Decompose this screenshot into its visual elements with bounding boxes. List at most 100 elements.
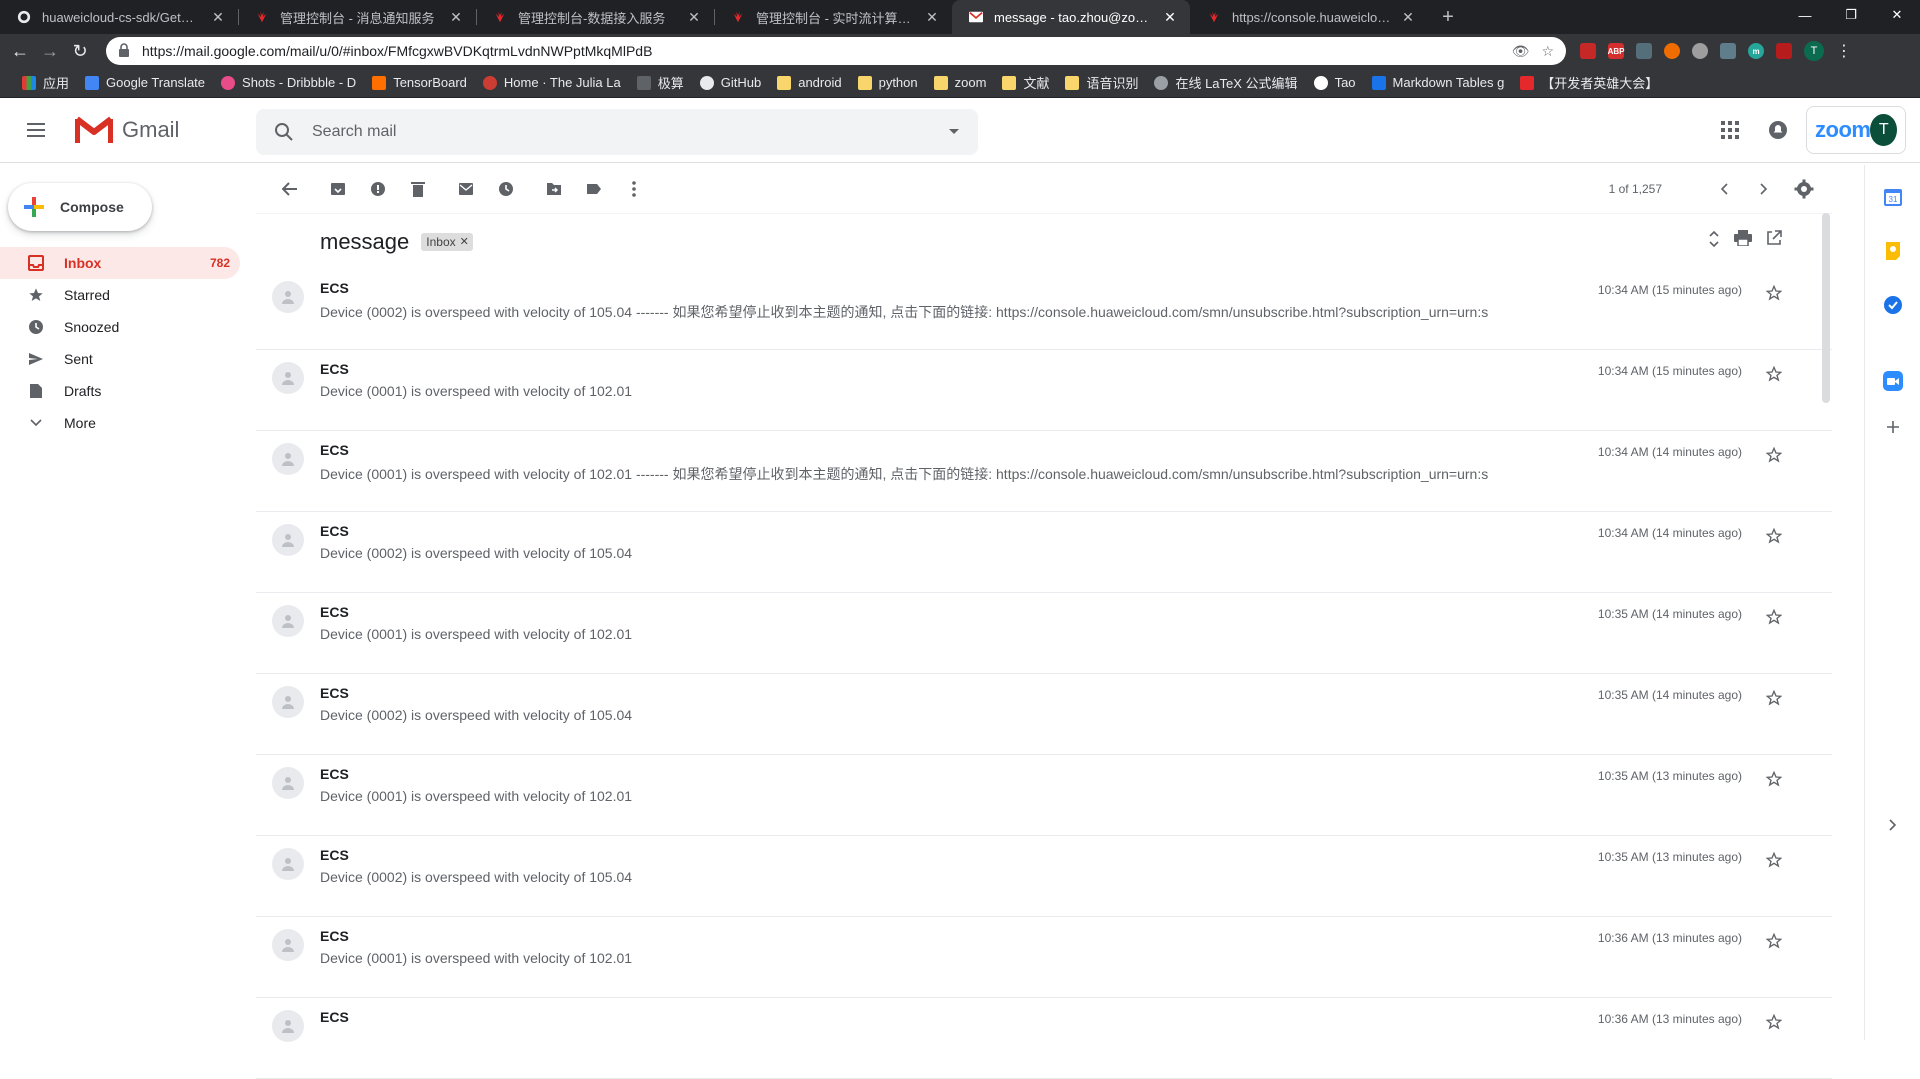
bookmark-folder-speech[interactable]: 语音识别	[1057, 73, 1146, 92]
scrollbar[interactable]	[1822, 213, 1832, 403]
google-apps-icon[interactable]	[1710, 110, 1750, 150]
search-input[interactable]: Search mail	[312, 123, 948, 141]
remove-label-icon[interactable]: ✕	[460, 235, 469, 248]
star-icon[interactable]	[1762, 1010, 1786, 1034]
expand-all-icon[interactable]	[1708, 230, 1720, 253]
bookmark-tensorboard[interactable]: TensorBoard	[364, 75, 475, 90]
close-tab-icon[interactable]: ✕	[210, 9, 226, 26]
search-bar[interactable]: Search mail	[256, 109, 978, 155]
account-switcher[interactable]: zoom T	[1806, 106, 1906, 154]
close-tab-icon[interactable]: ✕	[686, 9, 702, 26]
main-menu-icon[interactable]	[12, 106, 60, 154]
message-row[interactable]: ECSDevice (0002) is overspeed with veloc…	[256, 269, 1832, 350]
bookmark-latex[interactable]: 在线 LaTeX 公式编辑	[1146, 73, 1305, 92]
bookmark-jisuan[interactable]: 极算	[629, 73, 692, 92]
message-row[interactable]: ECSDevice (0001) is overspeed with veloc…	[256, 917, 1832, 998]
sidebar-item-drafts[interactable]: Drafts	[0, 375, 240, 407]
browser-tab[interactable]: 管理控制台-数据接入服务 ✕	[476, 0, 714, 34]
newer-icon[interactable]	[1704, 169, 1744, 209]
gmail-logo[interactable]: Gmail	[74, 115, 220, 145]
report-spam-icon[interactable]	[358, 169, 398, 209]
extension-icon[interactable]: m	[1748, 43, 1764, 59]
star-icon[interactable]	[1762, 443, 1786, 467]
settings-gear-icon[interactable]	[1784, 169, 1824, 209]
bookmark-dribbble[interactable]: Shots - Dribbble - D	[213, 75, 364, 90]
bookmark-github[interactable]: GitHub	[692, 75, 769, 90]
tasks-icon[interactable]	[1881, 293, 1905, 317]
bookmark-folder-zoom[interactable]: zoom	[926, 75, 995, 90]
search-icon[interactable]	[274, 122, 294, 142]
more-options-icon[interactable]	[614, 169, 654, 209]
browser-tab[interactable]: 管理控制台 - 实时流计算服务 CS ✕	[714, 0, 952, 34]
minimize-icon[interactable]: —	[1782, 0, 1828, 30]
star-icon[interactable]	[1762, 524, 1786, 548]
bookmark-star-icon[interactable]: ☆	[1541, 43, 1554, 60]
calendar-icon[interactable]: 31	[1881, 185, 1905, 209]
message-row[interactable]: ECSDevice (0002) is overspeed with veloc…	[256, 512, 1832, 593]
back-to-inbox-icon[interactable]	[270, 169, 310, 209]
bookmark-markdown-tables[interactable]: Markdown Tables g	[1364, 75, 1513, 90]
reload-icon[interactable]: ↻	[66, 37, 94, 65]
sidebar-item-snoozed[interactable]: Snoozed	[0, 311, 240, 343]
label-icon[interactable]	[574, 169, 614, 209]
star-icon[interactable]	[1762, 605, 1786, 629]
bookmark-apps[interactable]: 应用	[14, 73, 77, 92]
message-row[interactable]: ECS 10:36 AM (13 minutes ago)	[256, 998, 1832, 1079]
message-row[interactable]: ECSDevice (0001) is overspeed with veloc…	[256, 431, 1832, 512]
star-icon[interactable]	[1762, 686, 1786, 710]
bookmark-folder-python[interactable]: python	[850, 75, 926, 90]
sidebar-item-more[interactable]: More	[0, 407, 240, 439]
bookmark-google-translate[interactable]: Google Translate	[77, 75, 213, 90]
bookmark-folder-literature[interactable]: 文献	[994, 73, 1057, 92]
message-row[interactable]: ECSDevice (0001) is overspeed with veloc…	[256, 593, 1832, 674]
sidebar-item-inbox[interactable]: Inbox 782	[0, 247, 240, 279]
restore-icon[interactable]: ❐	[1828, 0, 1874, 30]
print-icon[interactable]	[1734, 230, 1752, 253]
eye-icon[interactable]: 👁	[1512, 43, 1530, 60]
message-row[interactable]: ECSDevice (0001) is overspeed with veloc…	[256, 755, 1832, 836]
close-tab-icon[interactable]: ✕	[448, 9, 464, 26]
open-new-window-icon[interactable]	[1766, 230, 1782, 253]
delete-icon[interactable]	[398, 169, 438, 209]
star-icon[interactable]	[1762, 362, 1786, 386]
zoom-addon-icon[interactable]	[1881, 369, 1905, 393]
mark-unread-icon[interactable]	[446, 169, 486, 209]
message-row[interactable]: ECSDevice (0002) is overspeed with veloc…	[256, 836, 1832, 917]
bookmark-tao[interactable]: Tao	[1306, 75, 1364, 90]
extension-icon[interactable]	[1636, 43, 1652, 59]
account-avatar[interactable]: T	[1870, 114, 1897, 146]
browser-tab[interactable]: https://console.huaweicloud.c ✕	[1190, 0, 1428, 34]
close-tab-icon[interactable]: ✕	[1162, 9, 1178, 26]
forward-icon[interactable]: →	[36, 37, 64, 65]
sidebar-item-sent[interactable]: Sent	[0, 343, 240, 375]
extension-icon[interactable]	[1580, 43, 1596, 59]
browser-tab[interactable]: huaweicloud-cs-sdk/GetStart_ ✕	[0, 0, 238, 34]
message-row[interactable]: ECSDevice (0001) is overspeed with veloc…	[256, 350, 1832, 431]
extension-icon[interactable]	[1720, 43, 1736, 59]
bookmark-dev-hero[interactable]: 【开发者英雄大会】	[1512, 73, 1666, 92]
profile-avatar[interactable]: T	[1804, 41, 1824, 61]
star-icon[interactable]	[1762, 929, 1786, 953]
search-options-icon[interactable]	[948, 128, 960, 136]
snooze-icon[interactable]	[486, 169, 526, 209]
close-window-icon[interactable]: ✕	[1874, 0, 1920, 30]
star-icon[interactable]	[1762, 848, 1786, 872]
new-tab-button[interactable]: +	[1434, 0, 1462, 34]
archive-icon[interactable]	[318, 169, 358, 209]
older-icon[interactable]	[1744, 169, 1784, 209]
sidebar-item-starred[interactable]: Starred	[0, 279, 240, 311]
star-icon[interactable]	[1762, 281, 1786, 305]
star-icon[interactable]	[1762, 767, 1786, 791]
extension-icon[interactable]	[1692, 43, 1708, 59]
close-tab-icon[interactable]: ✕	[1400, 9, 1416, 26]
back-icon[interactable]: ←	[6, 37, 34, 65]
address-bar[interactable]: https://mail.google.com/mail/u/0/#inbox/…	[106, 37, 1566, 65]
message-row[interactable]: ECSDevice (0002) is overspeed with veloc…	[256, 674, 1832, 755]
adblock-icon[interactable]: ABP	[1608, 43, 1624, 59]
browser-tab[interactable]: 管理控制台 - 消息通知服务 ✕	[238, 0, 476, 34]
extension-icon[interactable]	[1776, 43, 1792, 59]
collapse-panel-icon[interactable]	[1881, 813, 1905, 837]
compose-button[interactable]: Compose	[8, 183, 152, 231]
browser-tab-active[interactable]: message - tao.zhou@zoom.us ✕	[952, 0, 1190, 34]
close-tab-icon[interactable]: ✕	[924, 9, 940, 26]
